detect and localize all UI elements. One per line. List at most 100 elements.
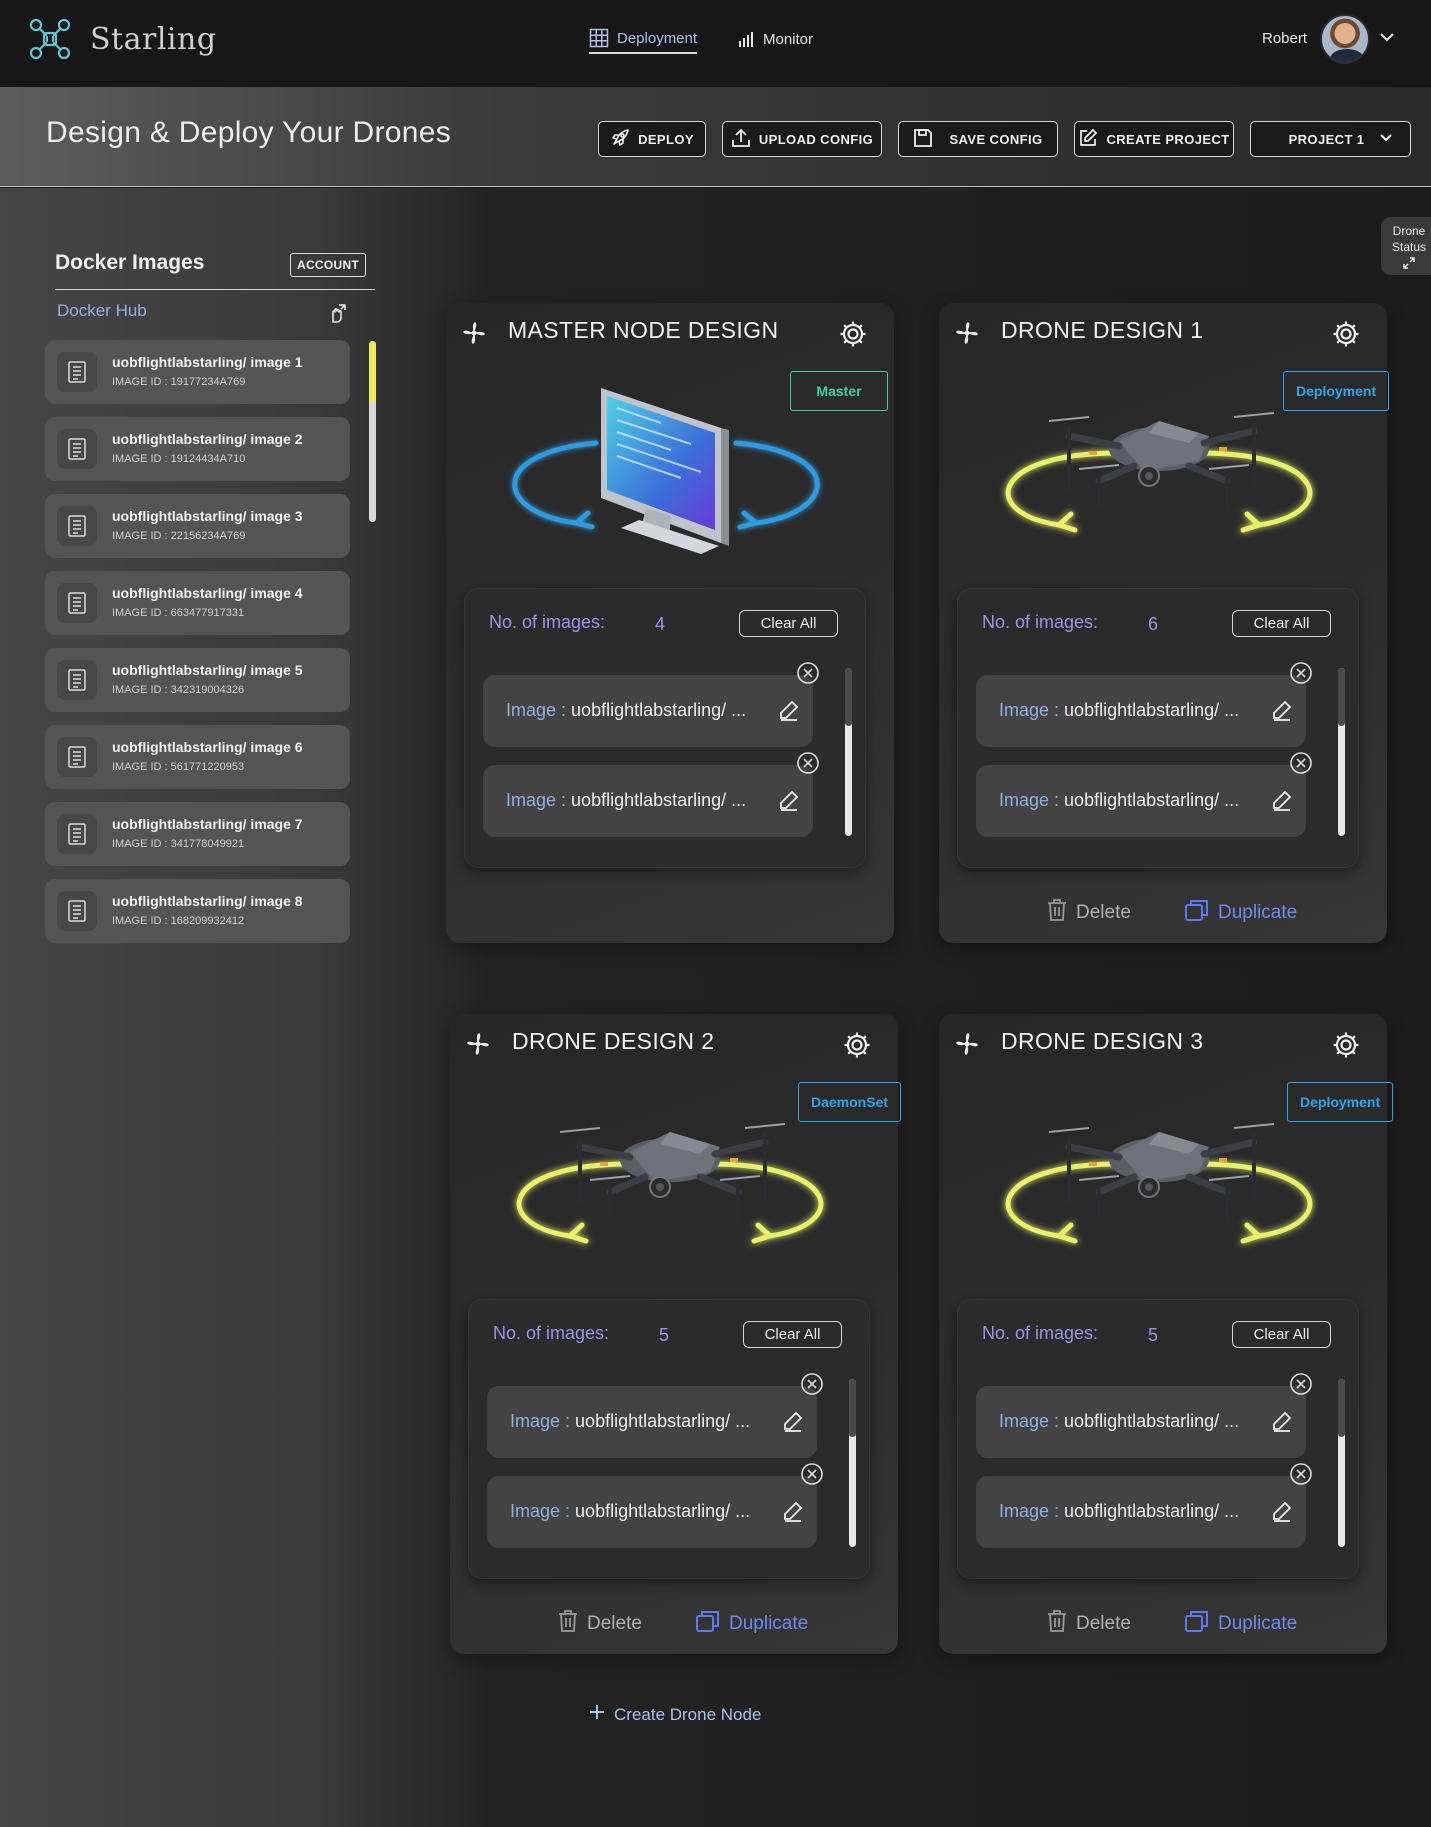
gear-icon[interactable] [838, 319, 868, 354]
image-name: uobflightlabstarling/ image 6 [112, 739, 303, 755]
image-entry-text: Image : uobflightlabstarling/ ... [999, 1501, 1239, 1522]
account-button[interactable]: ACCOUNT [290, 253, 367, 277]
remove-circle-icon[interactable] [796, 661, 820, 690]
trash-icon [1046, 898, 1068, 928]
pencil-icon[interactable] [782, 1410, 804, 1437]
image-entry[interactable]: Image : uobflightlabstarling/ ... [487, 1463, 823, 1548]
pencil-icon[interactable] [1271, 1410, 1293, 1437]
delete-button[interactable]: Delete [1046, 898, 1131, 928]
create-project-button[interactable]: CREATE PROJECT [1074, 121, 1234, 157]
gear-icon[interactable] [842, 1030, 872, 1065]
duplicate-icon [695, 1609, 721, 1639]
create-drone-node-button[interactable]: Create Drone Node [588, 1703, 761, 1726]
tab-monitor[interactable]: Monitor [737, 24, 813, 54]
image-entry[interactable]: Image : uobflightlabstarling/ ... [976, 662, 1312, 747]
role-badge[interactable]: Deployment [1283, 371, 1390, 411]
avatar[interactable] [1320, 14, 1370, 64]
drone-logo-icon[interactable] [28, 17, 72, 61]
image-entry-label: Image : [506, 700, 567, 720]
list-item[interactable]: uobflightlabstarling/ image 2 IMAGE ID :… [45, 417, 350, 481]
image-entry[interactable]: Image : uobflightlabstarling/ ... [976, 1373, 1312, 1458]
image-id: IMAGE ID : 561771220953 [112, 761, 245, 773]
gear-icon[interactable] [1331, 1030, 1361, 1065]
edit-square-icon [1078, 128, 1098, 151]
rocket-icon [610, 128, 630, 151]
document-icon [57, 737, 97, 777]
panel-scroll-thumb[interactable] [845, 668, 852, 726]
role-badge[interactable]: Deployment [1287, 1082, 1394, 1122]
pencil-icon[interactable] [778, 789, 800, 816]
image-entry[interactable]: Image : uobflightlabstarling/ ... [487, 1373, 823, 1458]
pencil-icon[interactable] [1271, 1500, 1293, 1527]
image-count-label: No. of images: [489, 612, 606, 632]
clear-all-button[interactable]: Clear All [739, 610, 838, 637]
top-navbar: Starling Deployment Monitor Robert [0, 0, 1431, 87]
panel-scroll-thumb[interactable] [1338, 1379, 1345, 1437]
image-id: IMAGE ID : 19124434A710 [112, 453, 246, 465]
clear-all-button[interactable]: Clear All [1232, 610, 1331, 637]
delete-button[interactable]: Delete [557, 1609, 642, 1639]
duplicate-label: Duplicate [729, 1613, 809, 1634]
pencil-icon[interactable] [1271, 789, 1293, 816]
image-entry-text: Image : uobflightlabstarling/ ... [999, 1411, 1239, 1432]
remove-circle-icon[interactable] [1289, 1372, 1313, 1401]
upload-config-button[interactable]: UPLOAD CONFIG [722, 121, 882, 157]
image-entry-label: Image : [510, 1411, 571, 1431]
image-count-value: 6 [1148, 614, 1159, 634]
deploy-button[interactable]: DEPLOY [598, 121, 706, 157]
user-name: Robert [1262, 30, 1308, 47]
role-badge[interactable]: Master [790, 371, 888, 411]
image-entry[interactable]: Image : uobflightlabstarling/ ... [483, 752, 819, 837]
list-item[interactable]: uobflightlabstarling/ image 4 IMAGE ID :… [45, 571, 350, 635]
clear-all-button[interactable]: Clear All [743, 1321, 842, 1348]
refresh-hand-icon[interactable] [327, 302, 349, 329]
drone-status-tab[interactable]: Drone Status [1381, 217, 1431, 275]
image-entry-value: uobflightlabstarling/ ... [571, 790, 747, 810]
remove-circle-icon[interactable] [796, 751, 820, 780]
image-entry[interactable]: Image : uobflightlabstarling/ ... [976, 1463, 1312, 1548]
panel-scroll-thumb[interactable] [1338, 668, 1345, 726]
design-card: MASTER NODE DESIGN Master No. of images: 4 C… [446, 303, 894, 943]
pencil-icon[interactable] [778, 699, 800, 726]
list-item[interactable]: uobflightlabstarling/ image 5 IMAGE ID :… [45, 648, 350, 712]
image-entry[interactable]: Image : uobflightlabstarling/ ... [483, 662, 819, 747]
docker-hub-link[interactable]: Docker Hub [57, 301, 147, 321]
remove-circle-icon[interactable] [1289, 751, 1313, 780]
project-select[interactable]: PROJECT 1 [1250, 121, 1411, 157]
image-entry[interactable]: Image : uobflightlabstarling/ ... [976, 752, 1312, 837]
remove-circle-icon[interactable] [1289, 661, 1313, 690]
image-count-value: 4 [655, 614, 666, 634]
image-name: uobflightlabstarling/ image 5 [112, 662, 303, 678]
duplicate-icon [1184, 1609, 1210, 1639]
image-entry-label: Image : [999, 1411, 1060, 1431]
image-id: IMAGE ID : 168209932412 [112, 915, 245, 927]
tab-deployment[interactable]: Deployment [589, 24, 698, 54]
remove-circle-icon[interactable] [800, 1372, 824, 1401]
list-item[interactable]: uobflightlabstarling/ image 8 IMAGE ID :… [45, 879, 350, 943]
upload-config-label: UPLOAD CONFIG [758, 131, 874, 147]
panel-scroll-thumb[interactable] [849, 1379, 856, 1437]
clear-all-button[interactable]: Clear All [1232, 1321, 1331, 1348]
list-item[interactable]: uobflightlabstarling/ image 6 IMAGE ID :… [45, 725, 350, 789]
save-config-label: SAVE CONFIG [949, 131, 1043, 147]
duplicate-button[interactable]: Duplicate [695, 1609, 808, 1639]
list-item[interactable]: uobflightlabstarling/ image 3 IMAGE ID :… [45, 494, 350, 558]
design-card: DRONE DESIGN 3 Deployment No. of images: 5 C… [939, 1014, 1394, 1654]
duplicate-button[interactable]: Duplicate [1184, 898, 1297, 928]
duplicate-button[interactable]: Duplicate [1184, 1609, 1297, 1639]
list-item[interactable]: uobflightlabstarling/ image 7 IMAGE ID :… [45, 802, 350, 866]
image-entry-value: uobflightlabstarling/ ... [1064, 1501, 1240, 1521]
remove-circle-icon[interactable] [800, 1462, 824, 1491]
chevron-down-icon[interactable] [1378, 28, 1396, 51]
gear-icon[interactable] [1331, 319, 1361, 354]
list-item[interactable]: uobflightlabstarling/ image 1 IMAGE ID :… [45, 340, 350, 404]
role-badge[interactable]: DaemonSet [798, 1082, 902, 1122]
sidebar-scroll-thumb[interactable] [369, 341, 376, 403]
delete-button[interactable]: Delete [1046, 1609, 1131, 1639]
remove-circle-icon[interactable] [1289, 1462, 1313, 1491]
page-header: Design & Deploy Your Drones DEPLOY UPLOA… [0, 87, 1431, 187]
pencil-icon[interactable] [782, 1500, 804, 1527]
create-project-label: CREATE PROJECT [1106, 131, 1230, 147]
pencil-icon[interactable] [1271, 699, 1293, 726]
save-config-button[interactable]: SAVE CONFIG [898, 121, 1058, 157]
